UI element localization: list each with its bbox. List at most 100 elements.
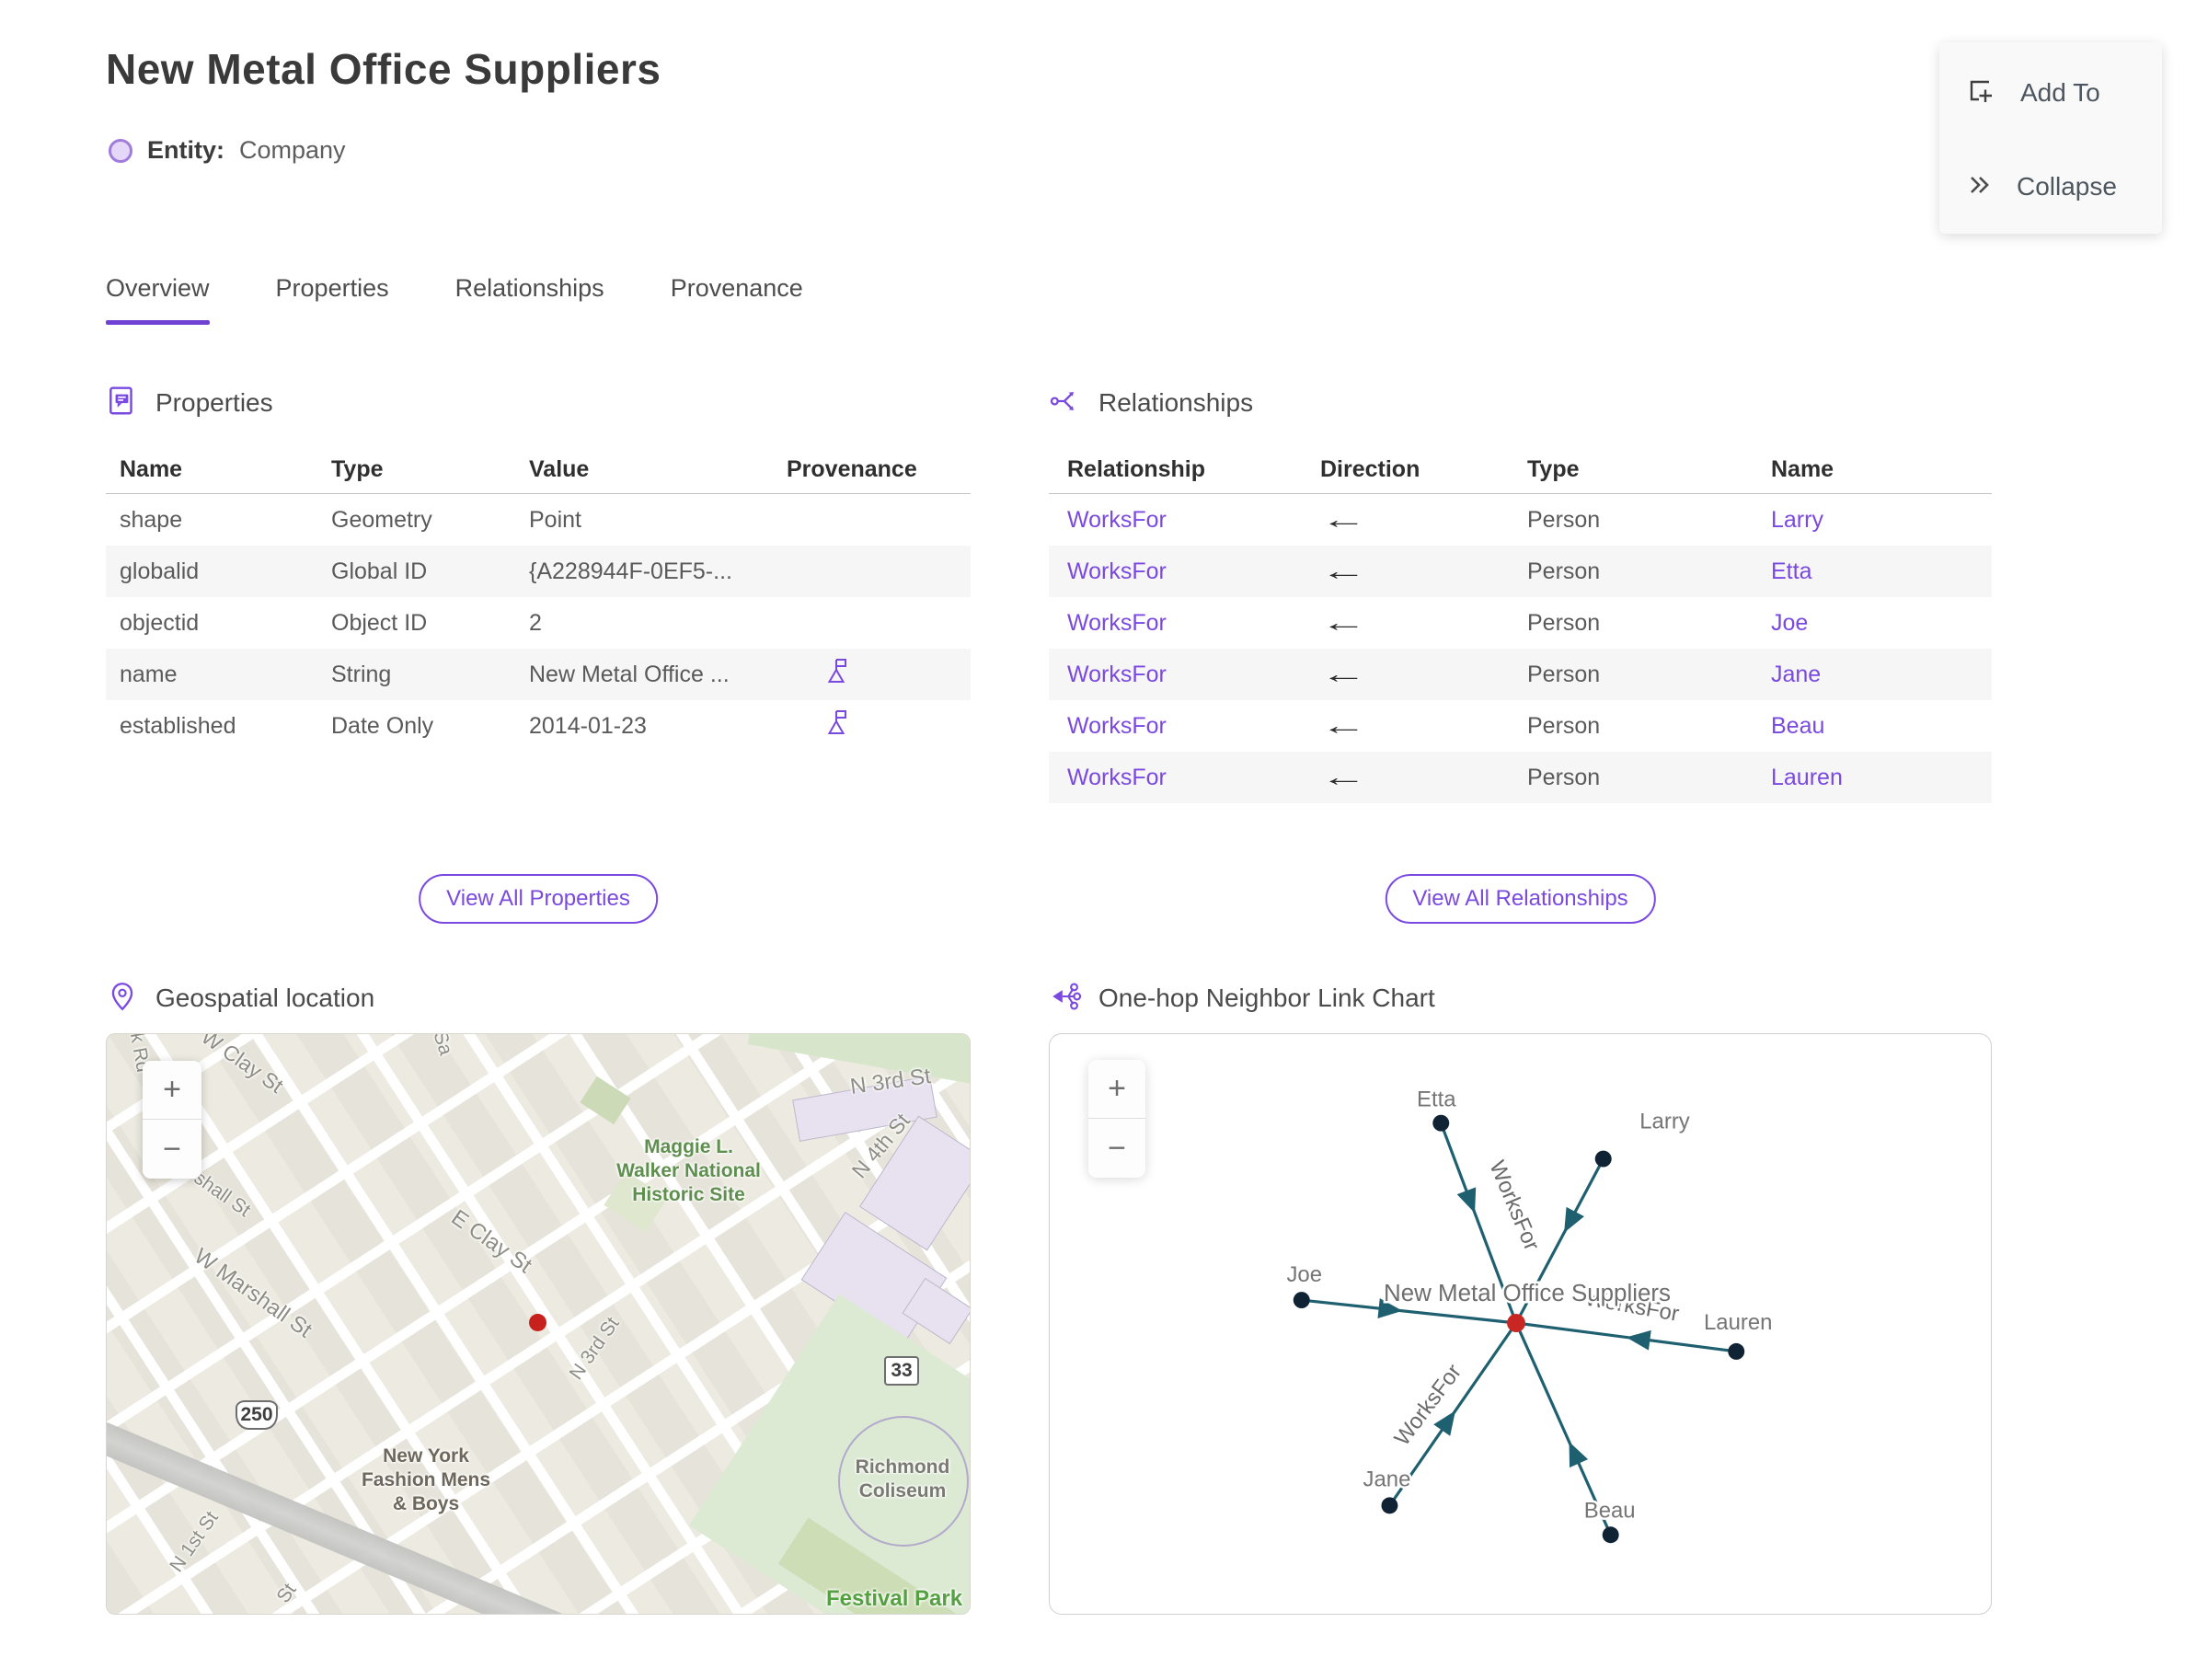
chart-node-label: Etta (1417, 1087, 1456, 1112)
entity-name-link[interactable]: Lauren (1753, 765, 1992, 791)
cell-value: Point (529, 506, 581, 533)
relationships-table-header: Relationship Direction Type Name (1049, 446, 1992, 494)
cell-value: New Metal Office ... (529, 661, 730, 687)
location-marker[interactable] (529, 1314, 546, 1331)
cell-type: Geometry (331, 506, 432, 533)
collapse-button[interactable]: Collapse (1965, 166, 2136, 208)
relationship-link[interactable]: WorksFor (1049, 662, 1302, 688)
col-header-provenance: Provenance (787, 456, 917, 482)
chart-node-joe[interactable] (1293, 1292, 1310, 1309)
cell-direction: ← (1302, 608, 1509, 638)
table-row: objectid Object ID 2 (106, 597, 971, 649)
add-to-icon (1965, 75, 1996, 111)
relationship-link[interactable]: WorksFor (1049, 507, 1302, 534)
cell-type: Person (1527, 506, 1601, 533)
chart-node-lauren[interactable] (1728, 1342, 1745, 1360)
col-header-type: Type (331, 456, 384, 482)
chart-center-node[interactable] (1507, 1314, 1525, 1332)
add-to-button[interactable]: Add To (1965, 72, 2136, 114)
landmark-line: Coliseum (858, 1480, 947, 1502)
chart-node-beau[interactable] (1602, 1526, 1619, 1544)
relationship-link[interactable]: WorksFor (1049, 610, 1302, 637)
landmark-line: Historic Site (632, 1184, 745, 1205)
table-row: shape Geometry Point (106, 494, 971, 546)
add-to-label: Add To (2020, 78, 2100, 107)
tab-relationships[interactable]: Relationships (455, 274, 604, 325)
street-label: E Clay St (446, 1204, 537, 1279)
chart-center-label: New Metal Office Suppliers (1384, 1281, 1671, 1306)
cell-value: {A228944F-0EF5-... (529, 558, 732, 584)
chart-node-etta[interactable] (1432, 1114, 1450, 1132)
landmark-label: Richmond Coliseum (834, 1456, 970, 1503)
entity-name-link[interactable]: Joe (1753, 610, 1992, 637)
geospatial-map[interactable]: k Rd W Clay St Sa Marshall St W Marshall… (106, 1033, 971, 1615)
edge-arrow-icon (1626, 1329, 1651, 1351)
relationship-link[interactable]: WorksFor (1049, 713, 1302, 740)
cell-type: Person (1527, 609, 1601, 636)
entity-row: Entity: Company (109, 136, 346, 165)
chart-node-label: Lauren (1704, 1310, 1772, 1335)
zoom-out-button[interactable]: − (143, 1120, 201, 1179)
cell-type: String (331, 661, 392, 687)
view-all-properties-button[interactable]: View All Properties (419, 874, 658, 924)
relationships-section-header: Relationships (1049, 382, 1992, 424)
street-label: Sa (429, 1033, 457, 1058)
left-column: Properties Name Type Value Provenance sh… (106, 382, 971, 1619)
table-row: WorksFor ← Person Joe (1049, 597, 1992, 649)
provenance-flag-icon[interactable] (773, 708, 971, 744)
entity-overview-page: New Metal Office Suppliers Entity: Compa… (0, 0, 2208, 1680)
map-zoom-control: + − (143, 1061, 201, 1179)
properties-table: Name Type Value Provenance shape Geometr… (106, 446, 971, 752)
table-row: WorksFor ← Person Etta (1049, 546, 1992, 597)
properties-table-header: Name Type Value Provenance (106, 446, 971, 494)
tab-provenance[interactable]: Provenance (671, 274, 803, 325)
chart-node-label: Beau (1584, 1498, 1636, 1523)
edge-label: WorksFor (1484, 1157, 1544, 1255)
properties-section-header: Properties (106, 382, 971, 424)
entity-name-link[interactable]: Jane (1753, 662, 1992, 688)
link-chart-canvas[interactable]: WorksForWorksForWorksForEttaLarryJoeLaur… (1050, 1034, 1991, 1614)
cell-name: shape (120, 506, 183, 533)
landmark-line: Maggie L. (644, 1136, 733, 1157)
entity-name-link[interactable]: Beau (1753, 713, 1992, 740)
geospatial-section-header: Geospatial location (106, 977, 374, 1019)
tab-overview[interactable]: Overview (106, 274, 210, 325)
zoom-in-button[interactable]: + (143, 1061, 201, 1120)
cell-type: Object ID (331, 609, 428, 636)
left-arrow-icon: ← (1320, 557, 1367, 585)
cell-direction: ← (1302, 763, 1509, 792)
landmark-label: Festival Park (826, 1586, 963, 1611)
cell-type: Date Only (331, 712, 434, 739)
entity-type-icon (109, 138, 132, 163)
cell-value: 2014-01-23 (529, 712, 647, 739)
landmark-line: New York (383, 1445, 469, 1467)
chart-node-larry[interactable] (1594, 1150, 1612, 1168)
zoom-out-button[interactable]: − (1088, 1119, 1145, 1178)
chevrons-right-icon (1965, 171, 1993, 203)
relationships-table-body: WorksFor ← Person Larry WorksFor ← Perso… (1049, 494, 1992, 803)
edge-label: WorksFor (1389, 1360, 1466, 1451)
zoom-in-button[interactable]: + (1088, 1060, 1145, 1119)
col-header-name: Name (120, 456, 183, 482)
entity-name-link[interactable]: Larry (1753, 507, 1992, 534)
chart-node-jane[interactable] (1381, 1497, 1398, 1514)
entity-name-link[interactable]: Etta (1753, 558, 1992, 585)
properties-section-title: Properties (155, 388, 273, 417)
street-label: W Marshall St (190, 1243, 316, 1343)
cell-value: 2 (529, 609, 542, 636)
properties-table-body: shape Geometry Point globalid Global ID … (106, 494, 971, 752)
left-arrow-icon: ← (1320, 711, 1367, 740)
cell-type: Person (1527, 712, 1601, 739)
one-hop-link-chart[interactable]: WorksFor WorksFor WorksFor Etta Larry Joe Laur… (1049, 1033, 1992, 1615)
provenance-flag-icon[interactable] (773, 657, 971, 693)
relationship-link[interactable]: WorksFor (1049, 558, 1302, 585)
cell-type: Person (1527, 661, 1601, 687)
view-all-relationships-button[interactable]: View All Relationships (1385, 874, 1656, 924)
col-header-relationship: Relationship (1067, 456, 1206, 482)
relationship-link[interactable]: WorksFor (1049, 765, 1302, 791)
collapse-label: Collapse (2017, 172, 2117, 201)
cell-type: Person (1527, 558, 1601, 584)
left-arrow-icon: ← (1320, 608, 1367, 637)
tab-properties[interactable]: Properties (276, 274, 389, 325)
table-row: name String New Metal Office ... (106, 649, 971, 700)
